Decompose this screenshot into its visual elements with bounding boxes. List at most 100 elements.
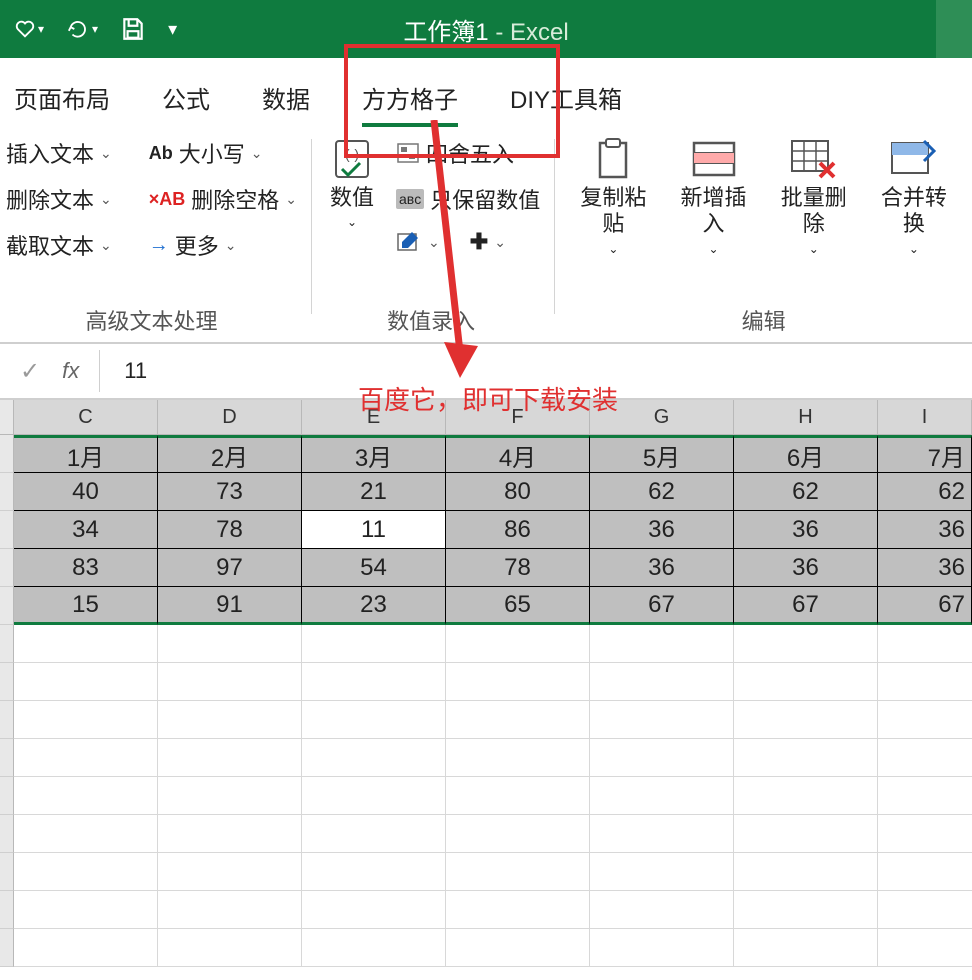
ribbon-tab[interactable]: DIY工具箱 [510,76,622,119]
cell[interactable]: 91 [158,587,302,625]
cell[interactable] [302,777,446,815]
row-header-stub[interactable] [0,663,14,701]
cell[interactable]: 62 [734,473,878,511]
cell[interactable] [14,663,158,701]
formula-confirm-icon[interactable]: ✓ [20,357,40,386]
cell[interactable]: 62 [590,473,734,511]
merge-convert-button[interactable]: 合并转换⌄ [866,137,962,256]
cell[interactable] [14,891,158,929]
row-header-stub[interactable] [0,891,14,929]
cell[interactable] [302,739,446,777]
row-header-stub[interactable] [0,929,14,967]
cell[interactable]: 7月 [878,435,972,473]
cell[interactable]: 65 [446,587,590,625]
row-header-stub[interactable] [0,473,14,511]
cell[interactable]: 2月 [158,435,302,473]
cell[interactable] [14,777,158,815]
round-button[interactable]: 四舍五入⌄ [396,137,540,169]
cell[interactable] [158,929,302,967]
remove-spaces-button[interactable]: ×AB 删除空格⌄ [149,183,297,215]
more-button[interactable]: → 更多⌄ [149,229,297,261]
batch-delete-button[interactable]: 批量删除⌄ [766,137,862,256]
spreadsheet-grid[interactable]: 1月2月3月4月5月6月7月40732180626262347811863636… [0,435,972,967]
cell[interactable] [158,625,302,663]
cell[interactable] [878,853,972,891]
cell[interactable]: 36 [734,511,878,549]
ribbon-tab[interactable]: 数据 [262,76,310,119]
cell[interactable] [446,625,590,663]
cell[interactable]: 97 [158,549,302,587]
cell[interactable] [590,815,734,853]
insert-new-button[interactable]: 新增插入⌄ [665,137,761,256]
cell[interactable] [734,625,878,663]
cell[interactable] [446,701,590,739]
ribbon-tab[interactable]: 页面布局 [14,76,110,119]
cell[interactable] [446,815,590,853]
cell[interactable] [734,929,878,967]
cell[interactable] [734,891,878,929]
row-header-stub[interactable] [0,549,14,587]
cell[interactable] [302,701,446,739]
cell[interactable] [590,891,734,929]
cell[interactable] [158,663,302,701]
cell[interactable] [590,701,734,739]
qat-customize-button[interactable]: ▾ [160,15,185,44]
row-header-stub[interactable] [0,777,14,815]
cell[interactable] [590,663,734,701]
fx-label[interactable]: fx [62,358,79,384]
cell[interactable] [878,701,972,739]
ribbon-tab[interactable]: 方方格子 [362,76,458,119]
row-header-stub[interactable] [0,435,14,473]
cell[interactable]: 4月 [446,435,590,473]
column-header[interactable]: E [302,400,446,435]
cell[interactable] [590,777,734,815]
ribbon-tab[interactable]: 公式 [162,76,210,119]
column-header[interactable]: D [158,400,302,435]
cell[interactable]: 67 [878,587,972,625]
cell[interactable]: 67 [734,587,878,625]
cell[interactable] [878,625,972,663]
cell[interactable]: 40 [14,473,158,511]
cell[interactable] [302,815,446,853]
row-header-stub[interactable] [0,587,14,625]
cell[interactable] [878,663,972,701]
cell[interactable] [734,853,878,891]
qat-undo-button[interactable]: ▾ [58,14,106,44]
case-button[interactable]: Ab 大小写⌄ [149,137,297,169]
column-header[interactable]: C [14,400,158,435]
cell[interactable] [878,891,972,929]
cell[interactable] [590,739,734,777]
cell[interactable]: 11 [302,511,446,549]
cell[interactable] [14,625,158,663]
cell[interactable] [158,815,302,853]
cell[interactable] [446,929,590,967]
cell[interactable]: 78 [158,511,302,549]
formula-input[interactable]: 11 [114,358,972,384]
cell[interactable]: 1月 [14,435,158,473]
cell[interactable] [158,739,302,777]
cell[interactable] [158,777,302,815]
column-header[interactable]: F [446,400,590,435]
cell[interactable] [590,625,734,663]
cell[interactable] [302,929,446,967]
cell[interactable] [734,777,878,815]
cell[interactable]: 54 [302,549,446,587]
column-header[interactable]: G [590,400,734,435]
cell[interactable] [878,739,972,777]
cell[interactable] [158,701,302,739]
cell[interactable] [734,701,878,739]
cell[interactable]: 36 [734,549,878,587]
cell[interactable] [734,663,878,701]
cell[interactable] [446,891,590,929]
column-header[interactable]: I [878,400,972,435]
cell[interactable] [158,853,302,891]
cell[interactable] [14,853,158,891]
cell[interactable] [158,891,302,929]
cell[interactable]: 36 [590,549,734,587]
cell[interactable] [878,815,972,853]
cell[interactable] [14,929,158,967]
qat-save-button[interactable] [112,12,154,46]
cell[interactable] [446,663,590,701]
cell[interactable] [446,777,590,815]
cell[interactable] [14,815,158,853]
